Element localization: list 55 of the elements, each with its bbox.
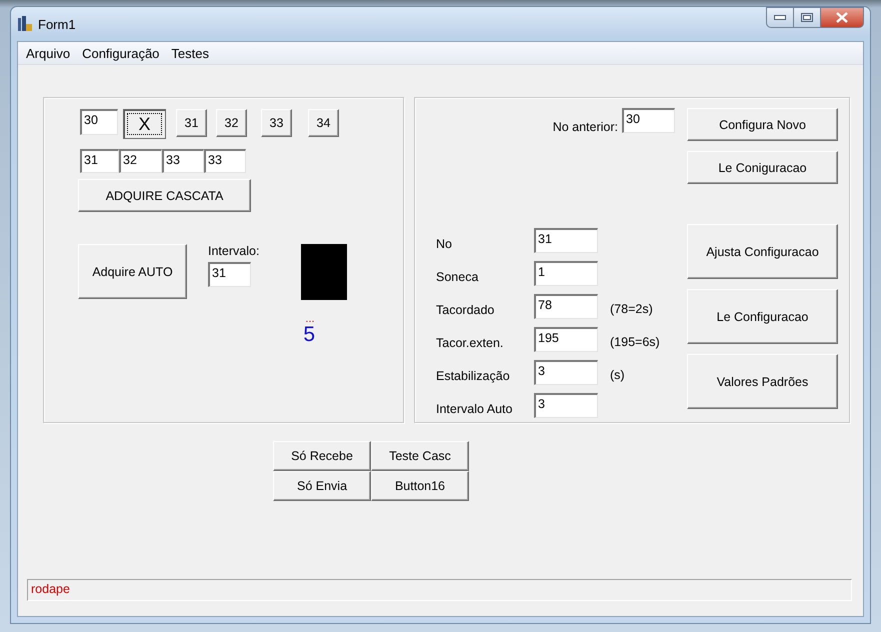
node-button[interactable]: 34 xyxy=(308,109,339,137)
test-button[interactable]: Button16 xyxy=(371,471,469,501)
configure-button[interactable]: Configura Novo xyxy=(687,108,838,141)
field-label: No xyxy=(435,236,453,250)
minimize-button[interactable] xyxy=(766,7,793,28)
field-label: Intervalo Auto xyxy=(435,402,514,416)
minimize-icon xyxy=(774,14,786,20)
app-icon xyxy=(17,16,33,32)
test-button[interactable]: Teste Casc xyxy=(371,441,469,471)
action-button[interactable]: Valores Padrões xyxy=(687,354,838,409)
input-field[interactable]: 1 xyxy=(534,261,598,286)
test-button[interactable]: Só Envia xyxy=(273,471,371,501)
action-button[interactable]: Ajusta Configuracao xyxy=(687,224,838,279)
close-icon xyxy=(836,12,848,23)
interval-label: Intervalo: xyxy=(208,244,260,258)
field-label: Soneca xyxy=(435,270,480,284)
field-hint: (s) xyxy=(610,368,625,382)
node-button[interactable]: 32 xyxy=(216,109,247,137)
indicator-panel xyxy=(301,244,348,300)
cascade-field[interactable]: 33 xyxy=(204,149,246,173)
field-label: Tacor.exten. xyxy=(435,336,504,350)
window-title: Form1 xyxy=(38,16,76,32)
cascade-field[interactable]: 32 xyxy=(119,149,162,173)
input-field[interactable]: 78 xyxy=(534,294,598,319)
field-hint: (195=6s) xyxy=(610,334,660,348)
input-field[interactable]: 195 xyxy=(534,327,598,352)
maximize-button[interactable] xyxy=(793,7,821,28)
input-field[interactable]: 31 xyxy=(534,228,598,253)
cascade-field[interactable]: 31 xyxy=(80,149,119,173)
clear-button[interactable]: X xyxy=(123,109,166,139)
previous-label: No anterior: xyxy=(552,120,618,134)
counter: 5 xyxy=(303,324,316,346)
test-button[interactable]: Só Recebe xyxy=(273,441,371,471)
maximize-icon xyxy=(801,12,813,22)
previous-field[interactable]: 30 xyxy=(622,108,675,133)
interval-field[interactable]: 31 xyxy=(208,262,251,287)
menu-item[interactable]: Testes xyxy=(165,46,215,60)
cascade-button[interactable]: ADQUIRE CASCATA xyxy=(78,179,251,212)
input-field[interactable]: 3 xyxy=(534,393,598,418)
auto-button[interactable]: Adquire AUTO xyxy=(78,244,187,299)
field-label: Tacordado xyxy=(435,302,496,316)
status-bar: rodape xyxy=(27,579,852,601)
node-field[interactable]: 30 xyxy=(80,109,118,135)
cascade-field[interactable]: 33 xyxy=(162,149,204,173)
field-hint: (78=2s) xyxy=(610,302,653,316)
close-button[interactable] xyxy=(821,7,864,28)
read-config-button[interactable]: Le Coniguracao xyxy=(687,151,838,184)
status-dots: ... xyxy=(305,314,316,324)
node-button[interactable]: 33 xyxy=(261,109,292,137)
menu-item[interactable]: Arquivo xyxy=(20,46,76,60)
action-button[interactable]: Le Configuracao xyxy=(687,289,838,344)
field-label: Estabilização xyxy=(435,368,511,382)
menu-item[interactable]: Configuração xyxy=(76,46,166,60)
input-field[interactable]: 3 xyxy=(534,360,598,385)
node-button[interactable]: 31 xyxy=(176,109,207,137)
